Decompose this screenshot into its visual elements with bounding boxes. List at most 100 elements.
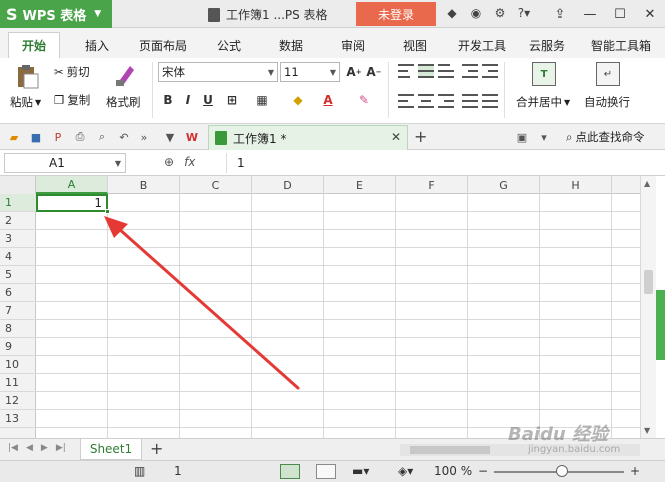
settings-icon[interactable]: ⚙ xyxy=(492,5,508,21)
side-panel-handle[interactable] xyxy=(656,290,665,360)
column-header[interactable]: D xyxy=(252,176,324,194)
normal-view-icon[interactable] xyxy=(280,464,300,479)
column-header-partial[interactable] xyxy=(612,176,640,194)
font-grow-icon[interactable]: A + xyxy=(346,64,362,80)
minimize-icon[interactable]: — xyxy=(575,0,605,28)
fx-icon[interactable]: fx xyxy=(184,155,195,169)
app-menu-button[interactable]: S WPS 表格 ▼ xyxy=(0,0,112,28)
sheet-tab-sheet1[interactable]: Sheet1 xyxy=(80,439,142,460)
column-header[interactable]: C xyxy=(180,176,252,194)
align-top-icon[interactable] xyxy=(398,64,414,78)
tab-developer[interactable]: 开发工具 xyxy=(450,32,514,58)
font-shrink-icon[interactable]: A − xyxy=(366,64,382,80)
name-box[interactable]: A1 ▼ xyxy=(4,153,126,173)
column-header[interactable]: H xyxy=(540,176,612,194)
tab-insert[interactable]: 插入 xyxy=(72,32,122,58)
tab-page-layout[interactable]: 页面布局 xyxy=(132,32,194,58)
row-header[interactable]: 1 xyxy=(0,194,36,212)
indent-decrease-icon[interactable] xyxy=(462,64,478,78)
wrap-text-button[interactable]: 自动换行 xyxy=(584,94,630,110)
row-header[interactable]: 6 xyxy=(0,284,36,302)
underline-icon[interactable]: U xyxy=(200,92,216,108)
merge-center-icon[interactable]: T xyxy=(532,62,556,86)
page-layout-view-icon[interactable] xyxy=(316,464,336,479)
more-icon[interactable]: » xyxy=(136,129,152,145)
new-tab-icon[interactable]: + xyxy=(414,127,427,146)
skin-icon[interactable]: ◆ xyxy=(444,5,460,21)
open-folder-icon[interactable]: ▰ xyxy=(6,129,22,145)
copy-button[interactable]: ❐ 复制 xyxy=(54,92,90,108)
row-header[interactable]: 10 xyxy=(0,356,36,374)
add-sheet-icon[interactable]: + xyxy=(150,439,163,458)
spreadsheet-grid[interactable]: A B C D E F G H 1 2 3 4 5 6 7 8 9 10 11 … xyxy=(0,176,640,438)
formula-input[interactable]: 1 xyxy=(226,153,662,173)
indent-increase-icon[interactable] xyxy=(482,64,498,78)
row-header[interactable]: 2 xyxy=(0,212,36,230)
row-header[interactable]: 5 xyxy=(0,266,36,284)
align-left-icon[interactable] xyxy=(398,94,414,108)
merge-center-button[interactable]: 合并居中 ▼ xyxy=(516,94,570,110)
italic-icon[interactable]: I xyxy=(180,92,196,108)
export-pdf-icon[interactable]: P xyxy=(50,129,66,145)
row-header-partial[interactable] xyxy=(0,428,36,438)
border-icon[interactable]: ⊞ xyxy=(224,92,240,108)
clear-format-icon[interactable]: ✎ xyxy=(356,92,372,108)
document-tab[interactable]: 工作簿1 * ✕ xyxy=(208,125,408,150)
print-icon[interactable]: ⎙ xyxy=(72,129,88,145)
close-icon[interactable]: ✕ xyxy=(635,0,665,28)
row-header[interactable]: 4 xyxy=(0,248,36,266)
scroll-down-icon[interactable]: ▼ xyxy=(644,426,650,435)
align-middle-icon[interactable] xyxy=(418,64,434,78)
row-header[interactable]: 8 xyxy=(0,320,36,338)
login-button[interactable]: 未登录 xyxy=(356,2,436,26)
maximize-icon[interactable]: ☐ xyxy=(605,0,635,28)
tab-review[interactable]: 审阅 xyxy=(330,32,376,58)
zoom-out-icon[interactable]: − xyxy=(478,464,488,478)
help-icon[interactable]: ?▾ xyxy=(516,5,532,21)
row-header[interactable]: 11 xyxy=(0,374,36,392)
next-sheet-icon[interactable]: ▶ xyxy=(41,443,48,453)
column-header[interactable]: F xyxy=(396,176,468,194)
paste-icon[interactable] xyxy=(14,64,40,90)
command-search[interactable]: ⌕ 点此查找命令 xyxy=(566,129,644,145)
prev-sheet-icon[interactable]: ◀ xyxy=(26,443,33,453)
reading-mode-icon[interactable]: ◈▾ xyxy=(398,464,413,478)
paste-button[interactable]: 粘贴 ▼ xyxy=(10,94,41,110)
tab-smart-tools[interactable]: 智能工具箱 xyxy=(582,32,660,58)
zoom-in-icon[interactable]: + xyxy=(630,464,640,478)
align-bottom-icon[interactable] xyxy=(438,64,454,78)
feedback-icon[interactable]: ◉ xyxy=(468,5,484,21)
fill-pattern-icon[interactable]: ▦ xyxy=(254,92,270,108)
page-break-view-icon[interactable]: ▬▾ xyxy=(352,464,369,478)
save-icon[interactable]: ■ xyxy=(28,129,44,145)
zoom-slider-thumb[interactable] xyxy=(556,465,568,477)
tab-formula[interactable]: 公式 xyxy=(206,32,252,58)
align-center-icon[interactable] xyxy=(418,94,434,108)
wps-home-icon[interactable]: W xyxy=(184,129,200,145)
format-painter-icon[interactable] xyxy=(112,62,138,88)
align-right-icon[interactable] xyxy=(438,94,454,108)
chevron-down-icon[interactable]: ▼ xyxy=(162,129,178,145)
tab-view[interactable]: 视图 xyxy=(392,32,438,58)
font-name-select[interactable]: 宋体 ▼ xyxy=(158,62,278,82)
vertical-scrollbar[interactable]: ▲ ▼ xyxy=(640,176,656,438)
zoom-level[interactable]: 100 % xyxy=(434,464,472,478)
column-header[interactable]: A xyxy=(36,176,108,194)
zoom-formula-icon[interactable]: ⊕ xyxy=(164,155,174,169)
close-tab-icon[interactable]: ✕ xyxy=(391,130,401,144)
h-scroll-thumb[interactable] xyxy=(410,446,490,454)
distributed-icon[interactable] xyxy=(482,94,498,108)
scroll-thumb[interactable] xyxy=(644,270,653,294)
row-header[interactable]: 9 xyxy=(0,338,36,356)
font-size-select[interactable]: 11 ▼ xyxy=(280,62,340,82)
row-header[interactable]: 13 xyxy=(0,410,36,428)
undo-icon[interactable]: ↶ xyxy=(116,129,132,145)
fill-color-icon[interactable]: ◆ xyxy=(290,92,306,108)
select-all-corner[interactable] xyxy=(0,176,36,194)
cell-grid[interactable] xyxy=(36,194,640,438)
row-header[interactable]: 3 xyxy=(0,230,36,248)
justify-icon[interactable] xyxy=(462,94,478,108)
scroll-up-icon[interactable]: ▲ xyxy=(644,179,650,188)
bold-icon[interactable]: B xyxy=(160,92,176,108)
screen-icon[interactable]: ▣ xyxy=(514,129,530,145)
